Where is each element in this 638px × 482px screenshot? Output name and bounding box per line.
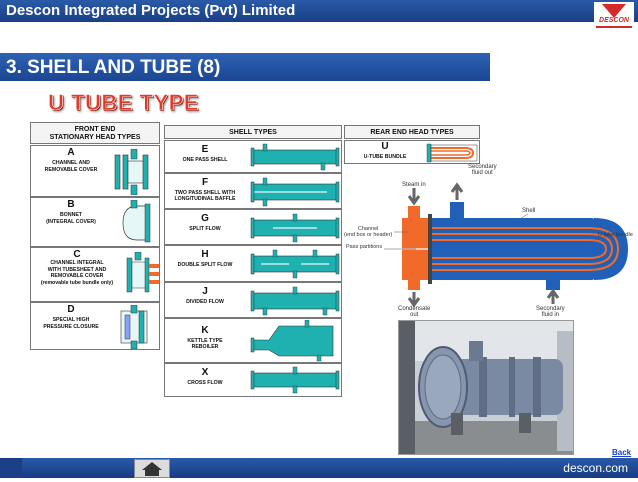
front-type-desc: CHANNEL AND REMOVABLE COVER — [44, 160, 98, 173]
shell-type-g: G SPLIT FLOW — [164, 209, 342, 245]
label-condensate-out: Condensate out — [398, 306, 431, 318]
shell-type-f: F TWO PASS SHELL WITH LONGITUDINAL BAFFL… — [164, 173, 342, 209]
two-pass-shell-icon — [250, 177, 340, 207]
logo-text: DESCON — [599, 17, 629, 24]
label-shell: Shell — [522, 208, 536, 214]
front-type-a: A CHANNEL AND REMOVABLE COVER — [30, 145, 160, 197]
front-type-code: D — [67, 304, 75, 315]
shell-type-code: J — [202, 286, 208, 297]
steam-in-arrow-icon — [407, 188, 421, 206]
front-type-code: B — [67, 199, 75, 210]
double-split-flow-icon — [250, 249, 340, 279]
front-type-c: C CHANNEL INTEGRAL WITH TUBESHEET AND RE… — [30, 247, 160, 302]
slide-subtitle: U TUBE TYPE — [48, 90, 199, 116]
logo-underline — [596, 26, 632, 28]
shell-type-code: E — [201, 144, 209, 155]
label-secondary-fluid-out: Secondary fluid out — [468, 164, 497, 176]
shell-type-code: H — [201, 249, 209, 260]
condensate-out-arrow-icon — [407, 292, 421, 308]
rear-end-header: REAR END HEAD TYPES — [344, 125, 480, 139]
split-flow-icon — [250, 213, 340, 243]
rear-type-code: U — [381, 141, 389, 152]
shell-types-header: SHELL TYPES — [164, 125, 342, 139]
shell-type-e: E ONE PASS SHELL — [164, 140, 342, 173]
shell-type-code: K — [201, 325, 209, 336]
label-pass-partitions: Pass partitions — [346, 244, 383, 250]
home-button[interactable] — [134, 459, 170, 478]
bonnet-icon — [122, 200, 151, 243]
secondary-inlet-nozzle — [546, 278, 560, 290]
divided-flow-icon — [250, 286, 340, 316]
front-type-desc: SPECIAL HIGH PRESSURE CLOSURE — [43, 317, 99, 330]
shell-type-j: J DIVIDED FLOW — [164, 282, 342, 318]
cross-flow-icon — [250, 366, 340, 394]
front-end-header-text: FRONT END STATIONARY HEAD TYPES — [49, 126, 141, 141]
one-pass-shell-icon — [250, 143, 340, 171]
secondary-in-arrow-icon — [546, 288, 560, 304]
front-type-b: B BONNET (INTEGRAL COVER) — [30, 197, 160, 247]
shell-type-desc: KETTLE TYPE REBOILER — [187, 338, 223, 350]
front-type-desc: CHANNEL INTEGRAL WITH TUBESHEET AND REMO… — [40, 260, 114, 286]
rear-type-u: U U-TUBE BUNDLE — [344, 140, 480, 164]
shell-type-desc: DOUBLE SPLIT FLOW — [177, 262, 233, 268]
condensate-nozzle — [408, 278, 420, 290]
shell-type-h: H DOUBLE SPLIT FLOW — [164, 245, 342, 282]
front-end-header: FRONT END STATIONARY HEAD TYPES — [30, 122, 160, 144]
home-icon — [142, 462, 162, 476]
shell-type-x: X CROSS FLOW — [164, 363, 342, 397]
footer-left-stripe — [0, 458, 22, 478]
exchanger-photo — [398, 320, 574, 455]
label-channel: Channel (end box or header) — [344, 226, 393, 238]
label-secondary-fluid-in: Secondary fluid in — [536, 306, 565, 318]
front-type-d: D SPECIAL HIGH PRESSURE CLOSURE — [30, 302, 160, 350]
kettle-reboiler-icon — [250, 320, 334, 362]
rear-end-header-text: REAR END HEAD TYPES — [370, 129, 454, 136]
high-pressure-closure-icon — [120, 305, 148, 349]
shell-type-desc: CROSS FLOW — [187, 380, 223, 386]
section-title: 3. SHELL AND TUBE (8) — [6, 57, 221, 78]
shell-type-desc: DIVIDED FLOW — [186, 299, 224, 305]
label-u-tube-bundle: U tube bundle — [598, 232, 633, 238]
shell-type-code: G — [201, 213, 209, 224]
footer-site: descon.com — [563, 461, 628, 475]
steam-inlet-nozzle — [408, 206, 420, 220]
tubesheet — [428, 214, 432, 284]
channel-cover-icon — [114, 149, 149, 195]
u-tube-bundle-icon — [426, 143, 478, 163]
shell-type-k: K KETTLE TYPE REBOILER — [164, 318, 342, 363]
shell-type-desc: TWO PASS SHELL WITH LONGITUDINAL BAFFLE — [174, 190, 236, 202]
descon-logo: DESCON — [594, 2, 634, 30]
shell-types-header-text: SHELL TYPES — [229, 129, 277, 136]
top-header-bar: Descon Integrated Projects (Pvt) Limited — [0, 0, 638, 22]
shell-type-code: X — [201, 367, 209, 378]
back-link[interactable]: Back — [612, 448, 631, 457]
u-tube-exchanger-diagram — [384, 182, 628, 308]
shell-type-desc: SPLIT FLOW — [189, 226, 221, 232]
channel-integral-icon — [126, 252, 159, 293]
front-type-code: C — [73, 249, 81, 260]
footer-bar: descon.com — [0, 458, 638, 478]
secondary-out-arrow-icon — [450, 182, 464, 200]
logo-triangle-icon — [602, 4, 626, 18]
company-name: Descon Integrated Projects (Pvt) Limited — [6, 2, 296, 19]
section-title-bar: 3. SHELL AND TUBE (8) — [0, 53, 490, 81]
label-steam-in: Steam in — [402, 182, 426, 188]
shell-type-desc: ONE PASS SHELL — [182, 157, 228, 163]
front-type-code: A — [67, 147, 75, 158]
secondary-outlet-nozzle — [450, 202, 464, 220]
front-type-desc: BONNET (INTEGRAL COVER) — [46, 212, 96, 225]
shell-type-code: F — [201, 177, 209, 188]
rear-type-desc: U-TUBE BUNDLE — [363, 154, 407, 160]
exchanger-photo-image — [399, 321, 573, 454]
